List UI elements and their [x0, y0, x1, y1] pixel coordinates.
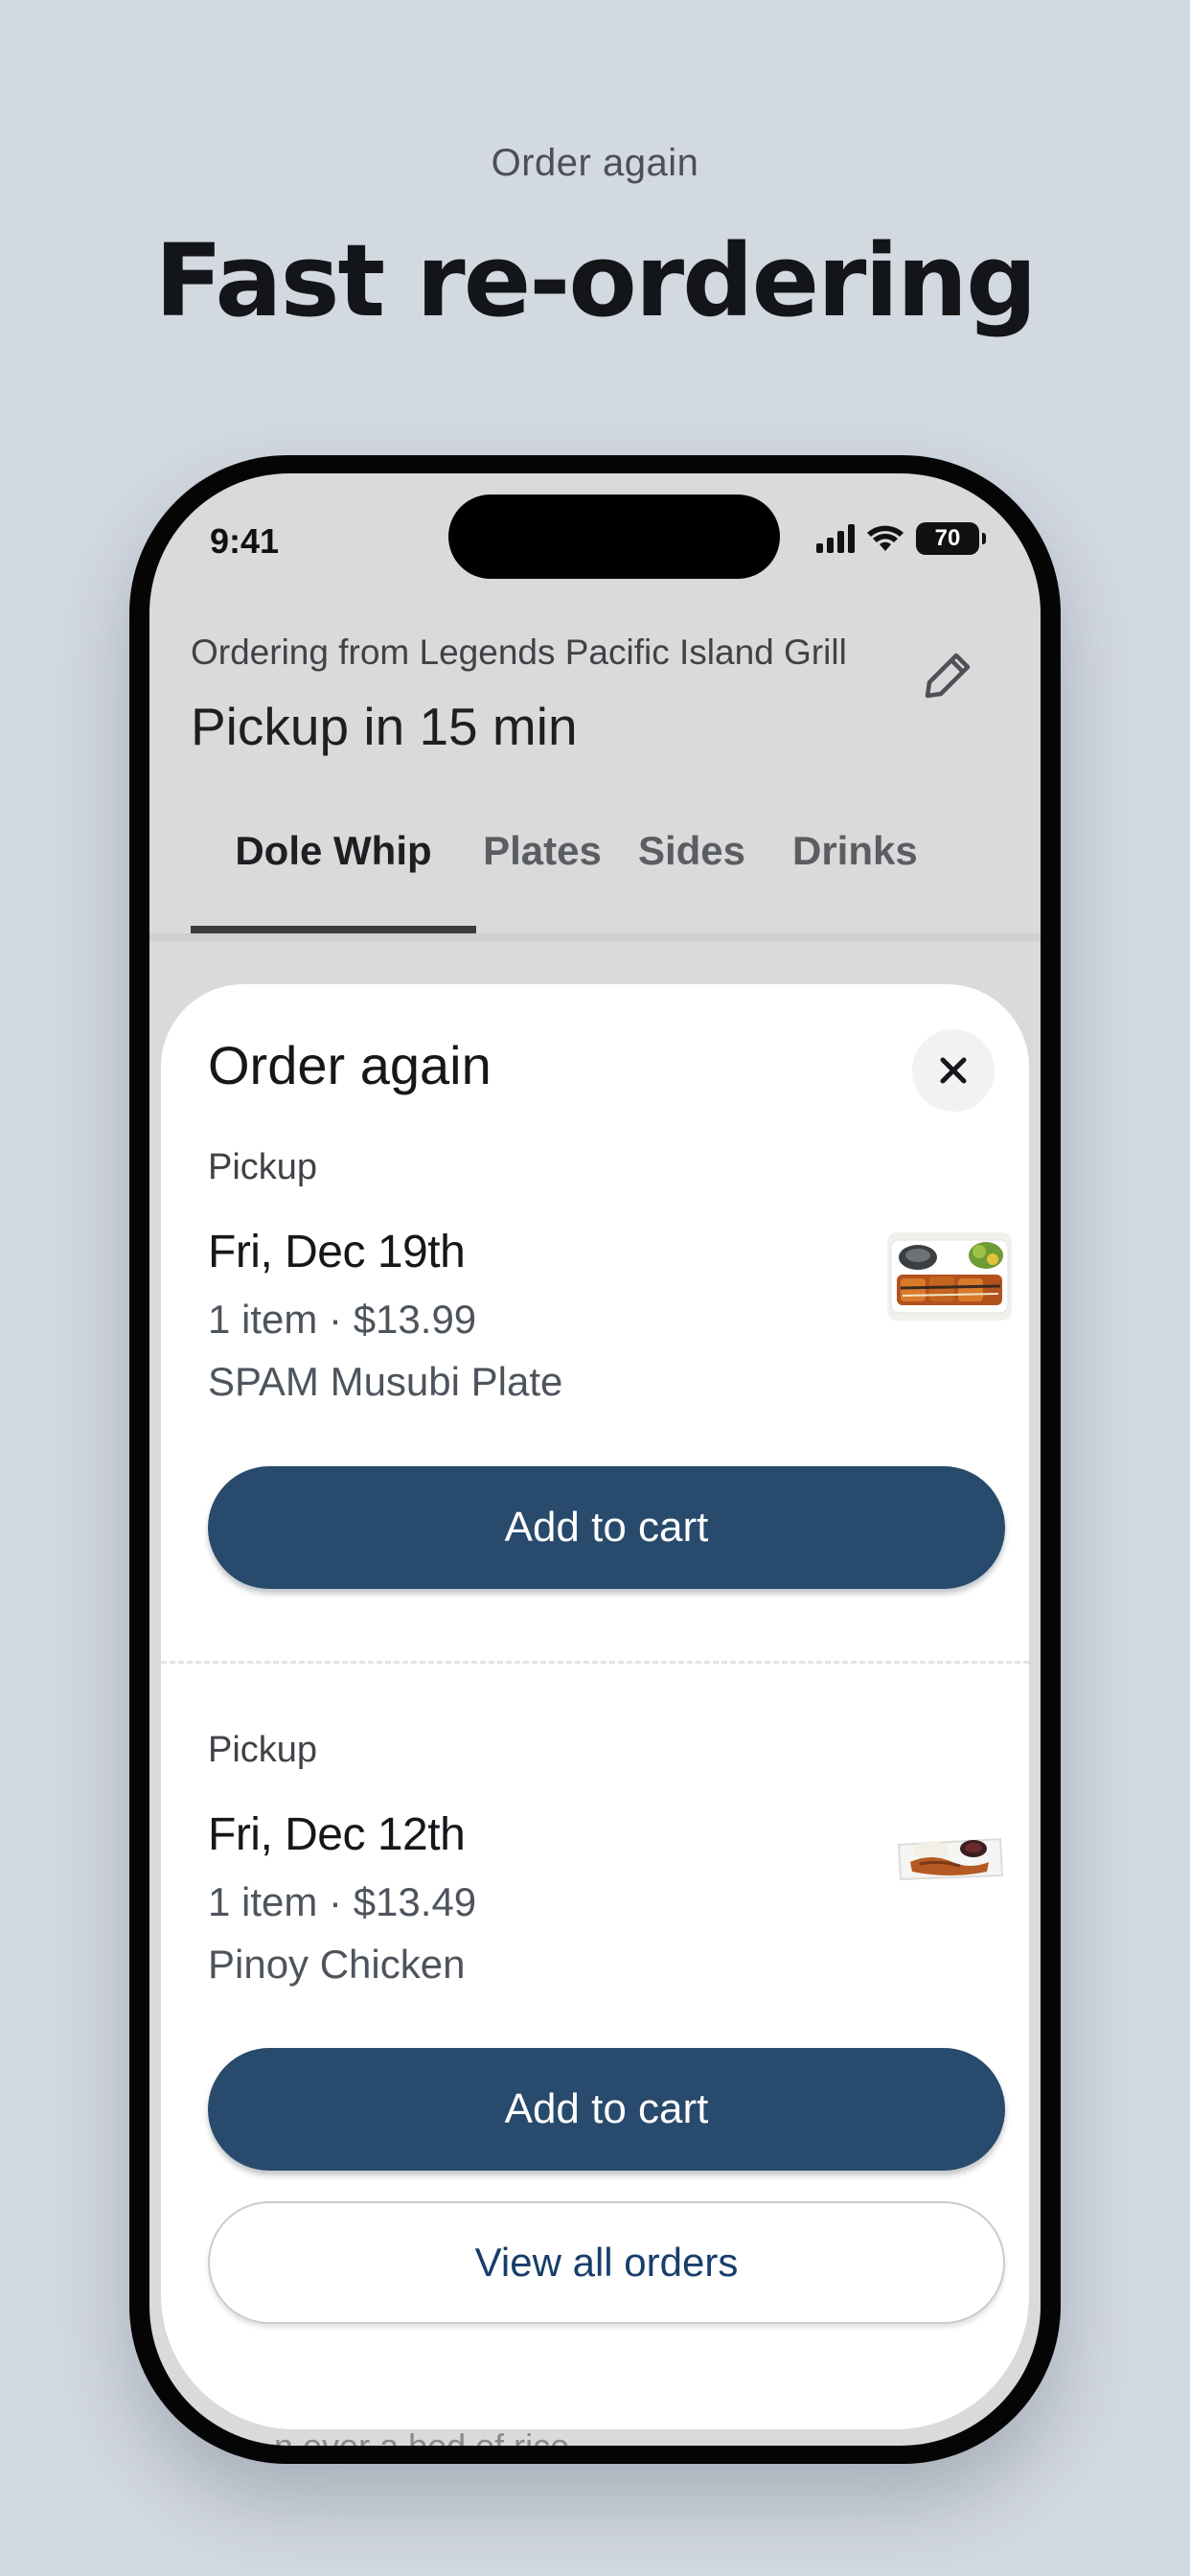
status-icons: 70	[816, 519, 986, 558]
tab-label: Plates	[483, 828, 602, 873]
order-separator	[161, 1661, 1029, 1664]
category-tabs: Dole Whip Plates Sides Drinks	[191, 828, 936, 933]
signal-icon	[816, 524, 855, 553]
add-to-cart-button[interactable]: Add to cart	[208, 1466, 1005, 1589]
order-again-sheet: Order again Pickup Fri, Dec 19th 1 item …	[161, 984, 1029, 2429]
promo-title: Fast re-ordering	[154, 222, 1037, 339]
status-time: 9:41	[210, 521, 280, 561]
close-icon	[940, 1057, 967, 1084]
tab-drinks[interactable]: Drinks	[792, 828, 936, 933]
spam-musubi-plate-image	[887, 1232, 1012, 1321]
order-date: Fri, Dec 19th	[208, 1227, 466, 1277]
ordering-from-label: Ordering from Legends Pacific Island Gri…	[191, 632, 847, 672]
order-item-name: SPAM Musubi Plate	[208, 1359, 563, 1404]
tab-label: Drinks	[792, 828, 918, 873]
tab-label: Sides	[637, 828, 746, 873]
tab-label: Dole Whip	[235, 828, 432, 873]
dynamic-island	[448, 494, 780, 579]
order-date: Fri, Dec 12th	[208, 1809, 466, 1860]
pinoy-chicken-image	[893, 1824, 1006, 1891]
tab-dole-whip[interactable]: Dole Whip	[191, 828, 476, 933]
order-type: Pickup	[208, 1730, 318, 1770]
pencil-icon	[925, 653, 971, 699]
order-type: Pickup	[208, 1147, 318, 1187]
phone-screen: 9:41 70 Ordering from Legends Pacific Is…	[149, 473, 1041, 2446]
promo-eyebrow: Order again	[491, 142, 699, 184]
pickup-time: Pickup in 15 min	[191, 697, 578, 756]
order-item-name: Pinoy Chicken	[208, 1942, 466, 1987]
tab-plates[interactable]: Plates	[476, 828, 608, 933]
tab-sides[interactable]: Sides	[628, 828, 756, 933]
order-summary: 1 item · $13.99	[208, 1297, 477, 1342]
close-button[interactable]	[912, 1029, 995, 1112]
battery-icon: 70	[916, 522, 986, 555]
sheet-title: Order again	[208, 1035, 492, 1095]
phone-frame: 9:41 70 Ordering from Legends Pacific Is…	[129, 455, 1061, 2464]
add-to-cart-button[interactable]: Add to cart	[208, 2048, 1005, 2171]
edit-button[interactable]	[920, 646, 977, 703]
view-all-orders-button[interactable]: View all orders	[208, 2201, 1005, 2324]
menu-item-description: ...n over a bed of rice	[245, 2426, 569, 2446]
wifi-icon	[867, 525, 904, 551]
order-summary: 1 item · $13.49	[208, 1879, 477, 1924]
tabs-divider	[149, 933, 1041, 941]
